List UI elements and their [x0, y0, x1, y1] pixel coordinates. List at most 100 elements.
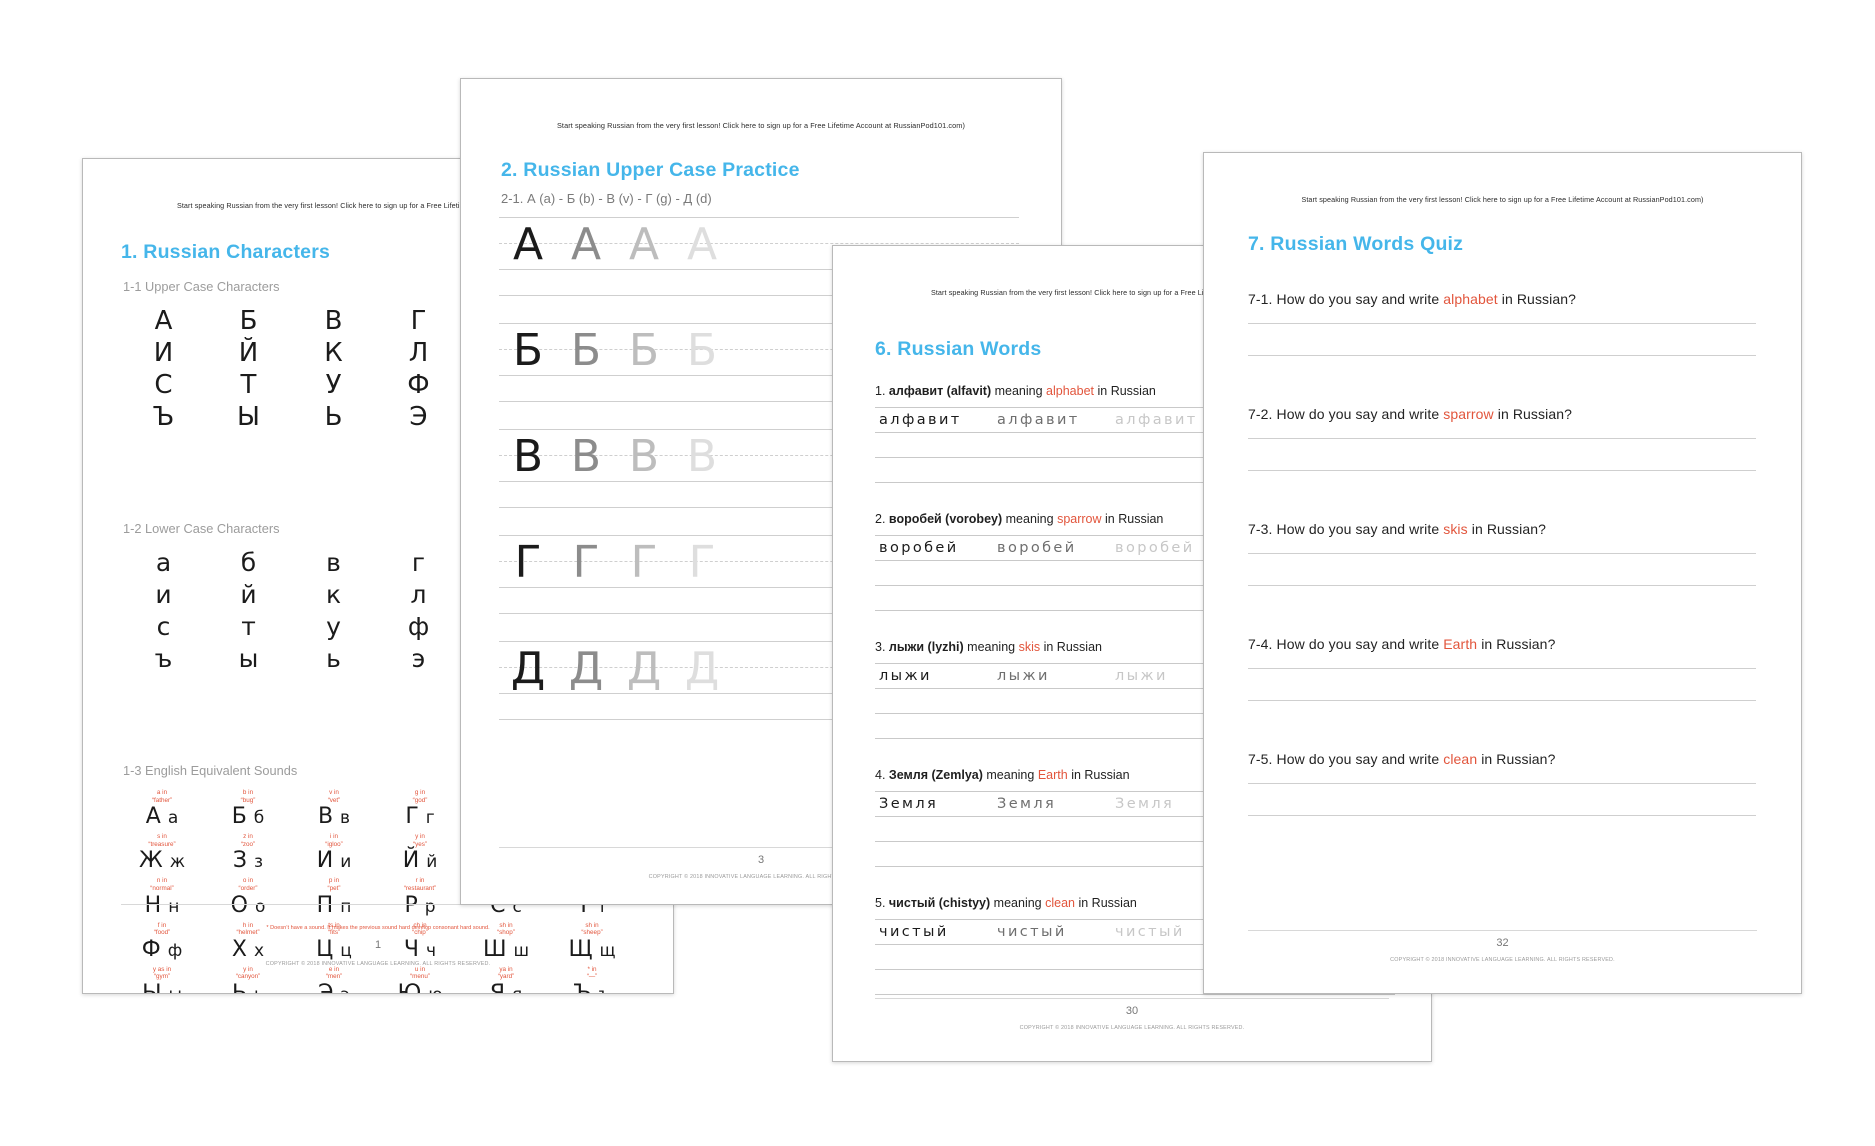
- letter-pair: Б б: [231, 804, 265, 830]
- sound-example: “zoo”: [240, 840, 256, 848]
- sounds-label: 1-3 English Equivalent Sounds: [123, 763, 298, 778]
- screenshot-canvas: Start speaking Russian from the very fir…: [0, 0, 1875, 1146]
- answer-line[interactable]: [1248, 585, 1756, 586]
- sound-cell: n in “normal” Н н: [119, 877, 205, 921]
- practice-glyph: А: [512, 219, 544, 270]
- letter-pair: Р р: [404, 892, 436, 918]
- word-index: 2.: [875, 512, 886, 526]
- word-meaning-prefix: meaning: [993, 896, 1042, 910]
- sound-cell: y in “yes” Й й: [377, 833, 463, 877]
- word-trace-glyph: воробей: [997, 539, 1077, 556]
- word-index: 1.: [875, 384, 886, 398]
- character-cell: Ь: [324, 402, 343, 432]
- sound-hint: o in: [242, 877, 254, 885]
- word-meaning-suffix: in Russian: [1105, 512, 1164, 526]
- letter-pair: А а: [145, 804, 179, 830]
- letter-pair: Н н: [144, 892, 180, 918]
- letter-pair: Я я: [489, 980, 523, 994]
- word-meaning-prefix: meaning: [1005, 512, 1054, 526]
- word-trace-glyphs: лыжи лыжи лыжи: [879, 663, 1233, 688]
- sound-hint: s in: [157, 833, 167, 841]
- word-trace-glyph: Земля: [997, 795, 1057, 812]
- sound-example: “order”: [238, 884, 258, 892]
- sound-example: “bug”: [240, 796, 256, 804]
- sound-cell: r in “restaurant” Р р: [377, 877, 463, 921]
- sound-hint: b in: [242, 789, 254, 796]
- page-number: 32: [1496, 937, 1509, 949]
- question-suffix: in Russian?: [1501, 291, 1577, 307]
- word-index: 4.: [875, 768, 886, 782]
- page-title: 1. Russian Characters: [121, 241, 331, 263]
- character-cell: у: [326, 612, 341, 641]
- character-cell: ы: [238, 644, 259, 673]
- practice-glyph: Б: [686, 325, 718, 376]
- question-word: skis: [1443, 521, 1468, 537]
- practice-glyph: Б: [570, 325, 602, 376]
- sound-example: “treasure”: [148, 840, 176, 848]
- question-text: 7-2. How do you say and write sparrow in…: [1248, 406, 1756, 422]
- character-cell: б: [240, 548, 257, 577]
- answer-line[interactable]: [1248, 438, 1756, 439]
- answer-line[interactable]: [1248, 355, 1756, 356]
- question-index: 7-2.: [1248, 406, 1273, 422]
- practice-glyph: Д: [684, 643, 720, 694]
- answer-line[interactable]: [1248, 470, 1756, 471]
- character-cell: В: [324, 306, 343, 336]
- page-russian-words-quiz[interactable]: Start speaking Russian from the very fir…: [1203, 152, 1802, 994]
- sound-cell: i in “igloo” И и: [291, 833, 377, 877]
- sound-hint: i in: [329, 833, 339, 841]
- word-trace-glyph: воробей: [879, 539, 959, 556]
- word-meaning: clean: [1045, 896, 1075, 910]
- character-cell: ъ: [154, 644, 173, 673]
- character-cell: ф: [407, 612, 430, 641]
- question-suffix: in Russian?: [1481, 751, 1556, 767]
- word-trace-glyphs: чистый чистый чистый: [879, 919, 1233, 944]
- word-trace-glyph: чистый: [997, 923, 1067, 940]
- sound-example: “—”: [586, 973, 598, 981]
- practice-glyph: Г: [572, 537, 600, 588]
- question-prefix: How do you say and write: [1276, 406, 1440, 422]
- word-trace-glyph: Земля: [879, 795, 939, 812]
- sound-cell: a in “father” А а: [119, 789, 205, 833]
- answer-line[interactable]: [1248, 700, 1756, 701]
- sound-cell: ya in“yard”Я я: [463, 966, 549, 994]
- answer-line[interactable]: [1248, 323, 1756, 324]
- word-trace-glyphs: Земля Земля Земля: [879, 791, 1233, 816]
- sound-example: “pet”: [327, 884, 341, 892]
- word-trace-glyph: алфавит: [879, 411, 962, 428]
- character-cell: Л: [408, 338, 429, 368]
- promo-banner[interactable]: Start speaking Russian from the very fir…: [461, 121, 1061, 130]
- sound-cell: y in“canyon”Ь ь: [205, 966, 291, 993]
- practice-glyph: А: [628, 219, 660, 270]
- promo-banner[interactable]: Start speaking Russian from the very fir…: [1204, 195, 1801, 204]
- answer-line[interactable]: [1248, 668, 1756, 669]
- sound-example: “igloo”: [325, 840, 343, 848]
- word-trace-glyph: лыжи: [997, 667, 1050, 684]
- sound-hint: r in: [415, 877, 425, 885]
- word-trace-glyphs: воробей воробей воробей: [879, 535, 1233, 560]
- letter-pair: З з: [232, 848, 264, 874]
- letter-pair: В в: [317, 804, 351, 830]
- sound-example: “restaurant”: [403, 884, 437, 892]
- question-text: 7-3. How do you say and write skis in Ru…: [1248, 521, 1756, 537]
- answer-line[interactable]: [1248, 553, 1756, 554]
- question-index: 7-1.: [1248, 291, 1273, 307]
- sound-hint: g in: [414, 789, 426, 796]
- page-title: 7. Russian Words Quiz: [1248, 233, 1464, 255]
- word-meaning-prefix: meaning: [986, 768, 1035, 782]
- question-prefix: How do you say and write: [1276, 291, 1440, 307]
- sound-hint: z in: [243, 833, 253, 841]
- word-trace-glyph: лыжи: [879, 667, 932, 684]
- answer-line[interactable]: [1248, 783, 1756, 784]
- sound-cell: u in“menu”Ю ю: [377, 966, 463, 993]
- answer-line[interactable]: [1248, 815, 1756, 816]
- question-index: 7-5.: [1248, 751, 1273, 767]
- character-cell: в: [326, 548, 341, 577]
- copyright-notice: COPYRIGHT © 2018 INNOVATIVE LANGUAGE LEA…: [1390, 957, 1615, 963]
- word-index: 5.: [875, 896, 886, 910]
- character-cell: й: [240, 580, 257, 609]
- practice-glyph: Б: [628, 325, 660, 376]
- word-meaning-suffix: in Russian: [1078, 896, 1137, 910]
- question-text: 7-4. How do you say and write Earth in R…: [1248, 636, 1756, 652]
- question-index: 7-4.: [1248, 636, 1273, 652]
